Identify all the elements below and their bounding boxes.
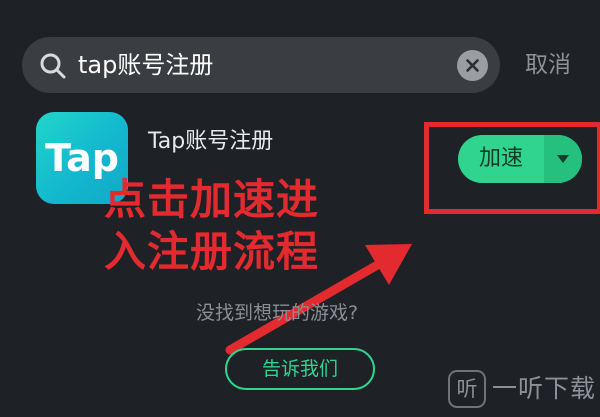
annotation-text-line-1: 点击加速进	[104, 175, 320, 224]
app-name[interactable]: Tap账号注册	[148, 128, 273, 156]
watermark: 听 一听下载	[440, 368, 600, 412]
annotation-text-line-2: 入注册流程	[104, 227, 320, 276]
not-found-text: 没找到想玩的游戏?	[196, 302, 359, 324]
cancel-button[interactable]: 取消	[525, 50, 571, 80]
clear-search-button[interactable]	[457, 50, 488, 81]
annotation-highlight-box	[424, 122, 600, 214]
search-input[interactable]	[78, 37, 458, 93]
close-icon	[466, 59, 479, 72]
search-bar[interactable]	[22, 37, 500, 93]
watermark-text: 一听下载	[492, 374, 597, 403]
screen: 取消 Tap Tap账号注册 加速 点击加速进 入注册流程 没找到想玩的游戏? …	[0, 0, 600, 417]
search-icon	[40, 53, 66, 79]
tell-us-button[interactable]: 告诉我们	[225, 348, 375, 390]
watermark-logo: 听	[448, 370, 486, 408]
